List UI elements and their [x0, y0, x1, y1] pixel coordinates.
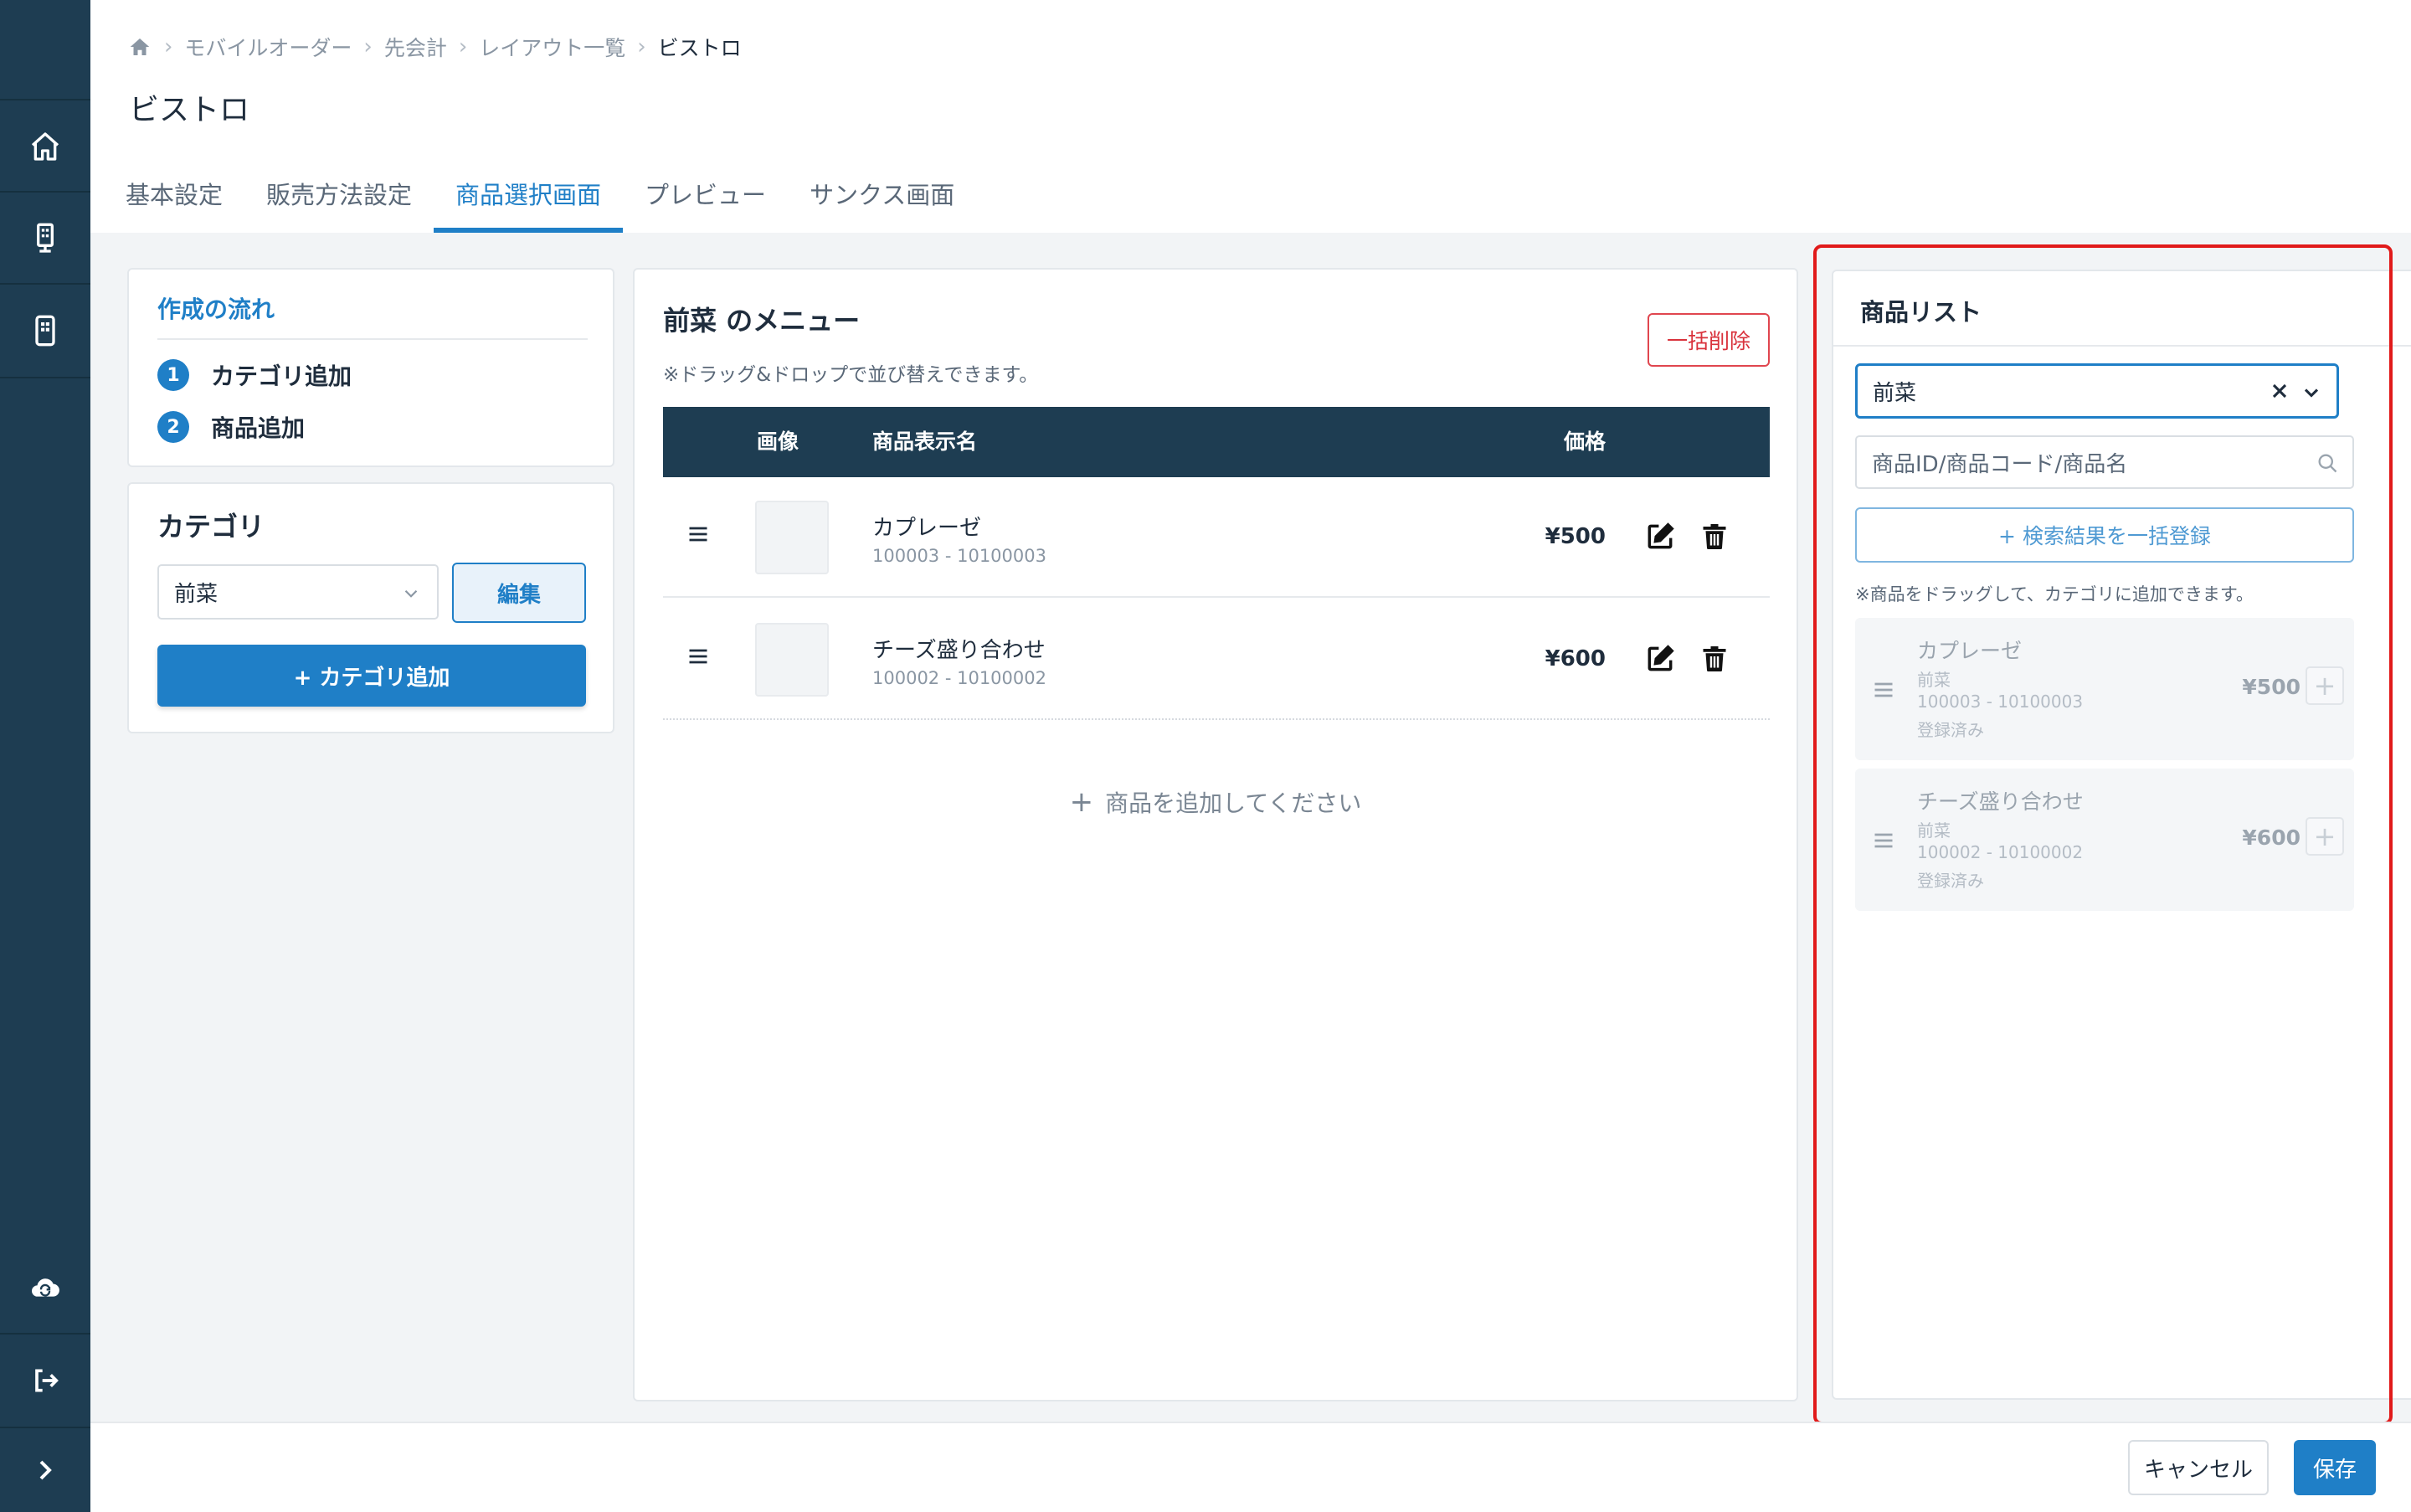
tab-bar: 基本設定 販売方法設定 商品選択画面 プレビュー サンクス画面: [104, 167, 976, 233]
add-product-link[interactable]: + 商品を追加してください: [635, 785, 1797, 819]
add-product-label: 商品を追加してください: [1105, 789, 1362, 817]
bulk-delete-button[interactable]: 一括削除: [1648, 313, 1770, 367]
rail-expand[interactable]: [0, 1428, 90, 1512]
menu-note: ※ドラッグ&ドロップで並び替えできます。: [663, 364, 1039, 386]
table-header: 画像 商品表示名 価格: [663, 407, 1770, 477]
edit-icon[interactable]: [1644, 521, 1676, 553]
chevron-down-icon: [404, 589, 418, 598]
breadcrumb-item[interactable]: 先会計: [384, 32, 447, 62]
plus-icon: +: [1069, 785, 1094, 819]
table-row[interactable]: カプレーゼ 100003 - 10100003 ¥500: [663, 477, 1770, 598]
breadcrumb-item[interactable]: モバイルオーダー: [184, 32, 352, 62]
flow-step: 1 カテゴリ追加: [157, 358, 352, 392]
home-icon: [130, 39, 150, 55]
category-select[interactable]: 前菜: [157, 564, 439, 620]
column-price: 価格: [1564, 429, 1606, 454]
step-number: 2: [157, 411, 189, 443]
breadcrumb: › モバイルオーダー › 先会計 › レイアウト一覧 › ビストロ: [127, 32, 742, 62]
breadcrumb-separator: ›: [164, 34, 173, 59]
cloud-sync-icon: [31, 1278, 59, 1297]
rail-tablet[interactable]: [0, 285, 90, 377]
save-button[interactable]: 保存: [2294, 1440, 2376, 1495]
flow-card: 作成の流れ 1 カテゴリ追加 2 商品追加: [127, 268, 614, 467]
product-thumbnail: [755, 623, 829, 697]
kiosk-icon: [37, 223, 54, 253]
chevron-right-icon: [39, 1460, 52, 1480]
drag-handle-icon[interactable]: [686, 645, 710, 668]
table-row[interactable]: チーズ盛り合わせ 100002 - 10100002 ¥600: [663, 599, 1770, 720]
product-thumbnail: [755, 501, 829, 574]
tablet-icon: [35, 315, 55, 347]
tab-basic-settings[interactable]: 基本設定: [104, 167, 244, 233]
flow-title: 作成の流れ: [157, 296, 275, 323]
rail-sync[interactable]: [0, 1241, 90, 1333]
flow-step: 2 商品追加: [157, 410, 305, 444]
breadcrumb-home[interactable]: [127, 34, 152, 59]
cancel-button[interactable]: キャンセル: [2128, 1440, 2269, 1495]
page-header: › モバイルオーダー › 先会計 › レイアウト一覧 › ビストロ ビストロ 基…: [90, 0, 2411, 233]
rail-home[interactable]: [0, 100, 90, 193]
tab-sales-method[interactable]: 販売方法設定: [244, 167, 434, 233]
product-code: 100002 - 10100002: [872, 668, 1046, 688]
step-label: 商品追加: [211, 414, 306, 442]
product-name: カプレーゼ: [872, 516, 982, 541]
divider: [157, 338, 588, 340]
logout-icon: [35, 1369, 59, 1392]
step-label: カテゴリ追加: [211, 363, 352, 390]
trash-icon[interactable]: [1699, 521, 1730, 553]
rail-logout[interactable]: [0, 1335, 90, 1427]
breadcrumb-separator: ›: [637, 34, 646, 59]
breadcrumb-item[interactable]: レイアウト一覧: [479, 32, 625, 62]
column-image: 画像: [757, 429, 799, 454]
edit-icon[interactable]: [1644, 643, 1676, 675]
category-card: カテゴリ 前菜 編集 + カテゴリ追加: [127, 482, 614, 733]
product-price: ¥500: [1545, 524, 1606, 549]
column-name: 商品表示名: [872, 429, 978, 454]
breadcrumb-current: ビストロ: [657, 36, 742, 60]
rail-divider: [0, 377, 90, 378]
tab-thanks-screen[interactable]: サンクス画面: [788, 167, 976, 233]
menu-card: 前菜 のメニュー ※ドラッグ&ドロップで並び替えできます。 一括削除 画像 商品…: [633, 268, 1798, 1401]
breadcrumb-separator: ›: [363, 34, 373, 59]
home-icon: [31, 132, 59, 161]
breadcrumb-separator: ›: [458, 34, 468, 59]
side-rail: [0, 0, 90, 1512]
category-edit-button[interactable]: 編集: [452, 563, 586, 623]
step-number: 1: [157, 359, 189, 391]
page-title: ビストロ: [129, 93, 250, 127]
tab-product-selection[interactable]: 商品選択画面: [434, 167, 624, 233]
rail-kiosk[interactable]: [0, 193, 90, 285]
rail-spacer: [0, 0, 90, 99]
category-select-value: 前菜: [174, 581, 218, 607]
product-code: 100003 - 10100003: [872, 546, 1046, 566]
trash-icon[interactable]: [1699, 643, 1730, 675]
add-category-button[interactable]: + カテゴリ追加: [157, 645, 586, 707]
highlight-frame: [1813, 244, 2393, 1425]
drag-handle-icon[interactable]: [686, 522, 710, 546]
product-price: ¥600: [1545, 646, 1606, 671]
category-title: カテゴリ: [157, 511, 265, 543]
footer-bar: キャンセル 保存: [90, 1422, 2411, 1512]
product-name: チーズ盛り合わせ: [872, 638, 1046, 663]
tab-preview[interactable]: プレビュー: [623, 167, 788, 233]
menu-title: 前菜 のメニュー: [663, 305, 861, 337]
